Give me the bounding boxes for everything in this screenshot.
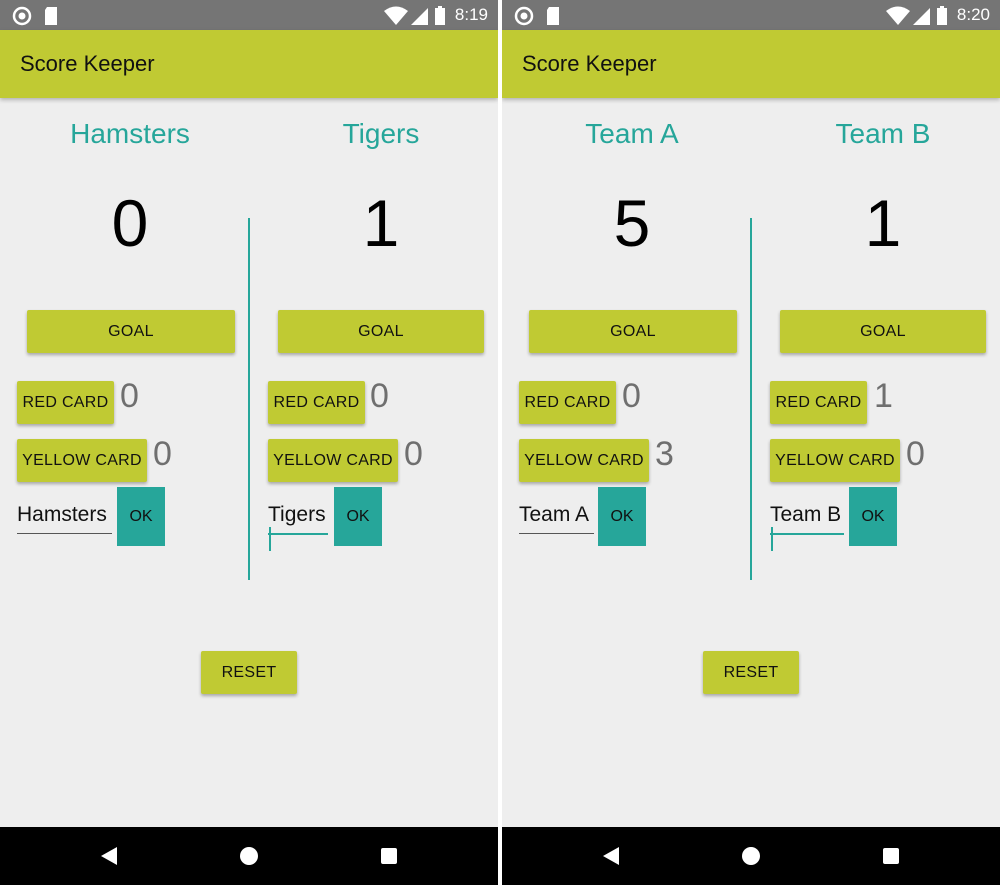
signal-icon (411, 8, 428, 25)
circle-icon (12, 6, 32, 26)
navigation-bar (502, 827, 1000, 885)
team-b-red-card-button[interactable]: RED CARD (770, 381, 867, 424)
team-b-goal-button[interactable]: GOAL (780, 310, 986, 353)
team-a-name-input[interactable]: Hamsters (17, 503, 112, 534)
team-b-yellow-count: 0 (404, 435, 423, 473)
team-a-name-input[interactable]: Team A (519, 503, 594, 534)
reset-button[interactable]: RESET (201, 651, 297, 694)
text-cursor (269, 527, 271, 552)
navigation-bar (0, 827, 498, 885)
team-a-ok-button[interactable]: OK (598, 487, 646, 546)
team-b-ok-button[interactable]: OK (334, 487, 382, 546)
status-time: 8:20 (956, 5, 990, 24)
team-a-red-count: 0 (622, 377, 641, 415)
signal-icon (913, 8, 930, 25)
team-a-ok-button[interactable]: OK (117, 487, 165, 546)
wifi-icon (384, 6, 408, 25)
team-divider (248, 218, 250, 580)
team-a-yellow-card-button[interactable]: YELLOW CARD (519, 439, 649, 482)
team-b-name-input-value: Tigers (268, 503, 326, 526)
app-bar: Score Keeper (502, 30, 1000, 98)
sd-card-icon (547, 7, 559, 25)
team-a-red-count: 0 (120, 377, 139, 415)
phone-screen-2: 8:20 Score Keeper Team A 5 GOAL RED CARD… (502, 0, 1000, 885)
text-cursor (771, 527, 773, 552)
team-a-goal-button[interactable]: GOAL (27, 310, 235, 353)
team-a-red-card-button[interactable]: RED CARD (519, 381, 616, 424)
team-b-yellow-card-button[interactable]: YELLOW CARD (770, 439, 900, 482)
team-b-red-card-button[interactable]: RED CARD (268, 381, 365, 424)
recents-icon[interactable] (883, 848, 899, 864)
team-b-name: Team B (835, 118, 931, 149)
team-a-yellow-count: 0 (153, 435, 172, 473)
wifi-icon (886, 6, 910, 25)
app-bar: Score Keeper (0, 30, 498, 98)
back-icon[interactable] (101, 847, 117, 865)
phone-screen-1: 8:19 Score Keeper Hamsters 0 GOAL RED CA… (0, 0, 498, 885)
team-b-name-input-value: Team B (770, 503, 842, 526)
team-divider (750, 218, 752, 580)
team-a-red-card-button[interactable]: RED CARD (17, 381, 114, 424)
status-bar: 8:20 (502, 0, 1000, 30)
battery-icon (435, 6, 445, 25)
home-icon[interactable] (240, 847, 258, 865)
team-b-red-count: 1 (874, 377, 893, 415)
status-bar: 8:19 (0, 0, 498, 30)
team-b-ok-button[interactable]: OK (849, 487, 897, 546)
sd-card-icon (45, 7, 57, 25)
circle-icon (514, 6, 534, 26)
recents-icon[interactable] (381, 848, 397, 864)
team-a-name: Hamsters (70, 118, 190, 149)
reset-button[interactable]: RESET (703, 651, 799, 694)
team-a-score: 0 (111, 186, 149, 260)
status-time: 8:19 (454, 5, 488, 24)
app-title: Score Keeper (522, 51, 657, 76)
team-b-name-input[interactable]: Team B (770, 503, 844, 552)
home-icon[interactable] (742, 847, 760, 865)
team-b-name: Tigers (342, 118, 420, 149)
back-icon[interactable] (603, 847, 619, 865)
team-a-goal-button[interactable]: GOAL (529, 310, 737, 353)
team-a-yellow-card-button[interactable]: YELLOW CARD (17, 439, 147, 482)
team-b-score: 1 (362, 186, 400, 260)
team-b-yellow-card-button[interactable]: YELLOW CARD (268, 439, 398, 482)
team-a-name: Team A (585, 118, 679, 149)
team-b-goal-button[interactable]: GOAL (278, 310, 484, 353)
battery-icon (937, 6, 947, 25)
team-b-red-count: 0 (370, 377, 389, 415)
app-title: Score Keeper (20, 51, 155, 76)
team-b-name-input[interactable]: Tigers (268, 503, 328, 552)
team-b-yellow-count: 0 (906, 435, 925, 473)
team-b-score: 1 (864, 186, 902, 260)
team-a-yellow-count: 3 (655, 435, 674, 473)
team-a-score: 5 (613, 186, 651, 260)
